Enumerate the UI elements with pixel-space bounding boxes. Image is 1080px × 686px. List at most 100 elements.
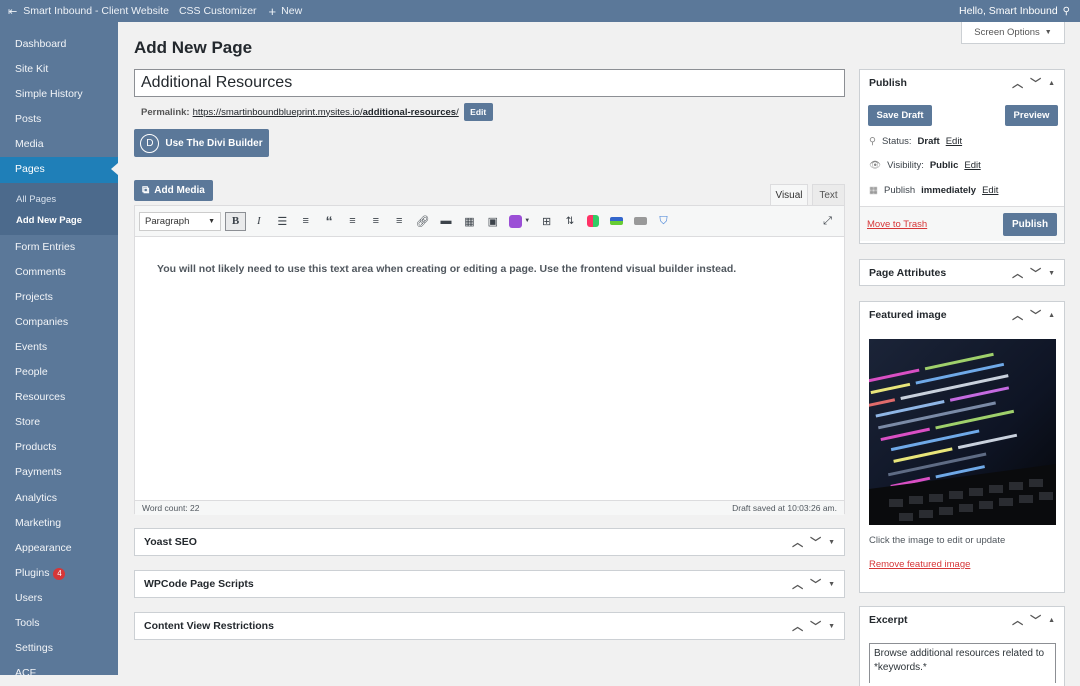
chevron-down-icon[interactable]: ﹀ — [810, 618, 821, 634]
submenu-add-new-page[interactable]: Add New Page — [0, 210, 118, 231]
tab-text[interactable]: Text — [812, 184, 845, 205]
stack-icon[interactable] — [606, 212, 627, 231]
link-icon[interactable]: 🔗︎ — [412, 212, 433, 231]
numbered-list-icon[interactable]: ≡ — [295, 212, 316, 231]
sidebar-item-marketing[interactable]: Marketing — [0, 511, 118, 536]
pin-icon: ⚲ — [869, 135, 876, 147]
sidebar-item-projects[interactable]: Projects — [0, 285, 118, 310]
save-draft-button[interactable]: Save Draft — [868, 105, 932, 126]
shortcode-plugin-icon[interactable]: ▼ — [506, 212, 534, 231]
sidebar-item-media[interactable]: Media — [0, 132, 118, 157]
chevron-up-icon[interactable]: ︿ — [1012, 612, 1023, 628]
chevron-up-icon[interactable]: ︿ — [792, 576, 803, 592]
sidebar-item-products[interactable]: Products — [0, 435, 118, 460]
tab-visual[interactable]: Visual — [770, 184, 808, 205]
remove-featured-image-link[interactable]: Remove featured image — [869, 559, 970, 570]
align-left-icon[interactable]: ≡ — [342, 212, 363, 231]
visibility-edit-link[interactable]: Edit — [964, 160, 980, 171]
italic-icon[interactable]: I — [248, 212, 269, 231]
excerpt-textarea[interactable]: Browse additional resources related to *… — [869, 643, 1056, 683]
chevron-up-icon[interactable]: ︿ — [792, 534, 803, 550]
submenu-all-pages[interactable]: All Pages — [0, 189, 118, 210]
chevron-down-icon[interactable]: ﹀ — [1030, 75, 1041, 91]
blockquote-icon[interactable]: “ — [319, 212, 340, 231]
chevron-down-icon[interactable]: ﹀ — [1030, 612, 1041, 628]
sidebar-item-store[interactable]: Store — [0, 410, 118, 435]
metabox-wpcode-page-scripts[interactable]: WPCode Page Scripts ︿ ﹀ ▼ — [134, 570, 845, 598]
sidebar-item-companies[interactable]: Companies — [0, 310, 118, 335]
align-center-icon[interactable]: ≡ — [365, 212, 386, 231]
css-customizer-link[interactable]: CSS Customizer — [179, 5, 257, 17]
toggle-arrow-icon[interactable]: ▼ — [828, 581, 835, 588]
chevron-down-icon[interactable]: ﹀ — [810, 576, 821, 592]
my-account[interactable]: Hello, Smart Inbound ⚲ — [959, 0, 1070, 22]
sidebar-item-tools[interactable]: Tools — [0, 611, 118, 636]
sidebar-item-payments[interactable]: Payments — [0, 460, 118, 485]
sidebar-item-plugins[interactable]: Plugins 4 — [0, 561, 118, 586]
format-select[interactable]: Paragraph ▼ — [139, 211, 221, 231]
new-content-link[interactable]: + New — [269, 4, 303, 19]
fullscreen-icon[interactable]: ⤢ — [817, 212, 838, 231]
metabox-yoast-seo[interactable]: Yoast SEO ︿ ﹀ ▼ — [134, 528, 845, 556]
sidebar-item-acf[interactable]: ACF — [0, 661, 118, 686]
permalink-edit-button[interactable]: Edit — [463, 103, 493, 121]
admin-bar: ⇤ Smart Inbound - Client Website CSS Cus… — [0, 0, 1080, 22]
color-blocks-icon[interactable] — [583, 212, 604, 231]
title-input[interactable]: Additional Resources — [134, 69, 845, 97]
preview-button[interactable]: Preview — [1005, 105, 1058, 126]
word-count: Word count: 22 — [142, 503, 200, 513]
calendar-icon: ▦ — [869, 184, 878, 196]
read-more-icon[interactable]: ▬ — [436, 212, 457, 231]
sidebar-item-resources[interactable]: Resources — [0, 385, 118, 410]
sidebar-item-analytics[interactable]: Analytics — [0, 486, 118, 511]
publish-box: Publish ︿ ﹀ ▲ Save Draft Preview ⚲ Status:… — [859, 69, 1065, 244]
permalink-url[interactable]: https://smartinboundblueprint.mysites.io… — [193, 107, 459, 118]
toggle-arrow-icon[interactable]: ▼ — [828, 539, 835, 546]
chevron-down-icon[interactable]: ﹀ — [1030, 265, 1041, 281]
sidebar-item-form-entries[interactable]: Form Entries — [0, 235, 118, 260]
toggle-arrow-icon[interactable]: ▲ — [1048, 312, 1055, 319]
sidebar-item-simple-history[interactable]: Simple History — [0, 82, 118, 107]
move-to-trash-link[interactable]: Move to Trash — [867, 219, 927, 230]
sidebar-item-comments[interactable]: Comments — [0, 260, 118, 285]
featured-image-thumbnail[interactable] — [869, 339, 1056, 525]
chevron-up-icon[interactable]: ︿ — [1012, 307, 1023, 323]
sidebar-item-appearance[interactable]: Appearance — [0, 536, 118, 561]
sidebar-item-dashboard[interactable]: Dashboard — [0, 32, 118, 57]
sidebar-item-site-kit[interactable]: Site Kit — [0, 57, 118, 82]
chevron-down-icon[interactable]: ﹀ — [810, 534, 821, 550]
sidebar-item-users[interactable]: Users — [0, 586, 118, 611]
chevron-up-icon[interactable]: ︿ — [1012, 75, 1023, 91]
add-media-button[interactable]: ⧉ Add Media — [134, 180, 213, 201]
publish-button[interactable]: Publish — [1003, 212, 1057, 236]
schedule-edit-link[interactable]: Edit — [982, 185, 998, 196]
sidebar-item-posts[interactable]: Posts — [0, 107, 118, 132]
toggle-arrow-icon[interactable]: ▲ — [1048, 80, 1055, 87]
embed-icon[interactable]: ▣ — [482, 212, 503, 231]
sidebar-item-pages[interactable]: Pages — [0, 157, 118, 183]
metabox-content-view-restrictions[interactable]: Content View Restrictions ︿ ﹀ ▼ — [134, 612, 845, 640]
chevron-down-icon[interactable]: ﹀ — [1030, 307, 1041, 323]
sidebar-item-events[interactable]: Events — [0, 335, 118, 360]
toggle-arrow-icon[interactable]: ▼ — [828, 623, 835, 630]
page-attributes-box[interactable]: Page Attributes ︿ ﹀ ▼ — [859, 259, 1065, 286]
chevron-up-icon[interactable]: ︿ — [1012, 265, 1023, 281]
lock-user-icon[interactable]: ⛉ — [653, 212, 674, 231]
toolbar-toggle-icon[interactable]: ⇅ — [559, 212, 580, 231]
bold-icon[interactable]: B — [225, 211, 246, 231]
grid-icon[interactable]: ⊞ — [536, 212, 557, 231]
divi-builder-button[interactable]: D Use The Divi Builder — [134, 129, 269, 157]
keyboard-icon[interactable]: ▦ — [459, 212, 480, 231]
align-right-icon[interactable]: ≡ — [389, 212, 410, 231]
divider-icon[interactable] — [630, 212, 651, 231]
chevron-up-icon[interactable]: ︿ — [792, 618, 803, 634]
bullet-list-icon[interactable]: ☰ — [272, 212, 293, 231]
schedule-row: ▦ Publish immediately Edit — [869, 184, 999, 196]
sidebar-item-people[interactable]: People — [0, 360, 118, 385]
toggle-arrow-icon[interactable]: ▲ — [1048, 617, 1055, 624]
toggle-arrow-icon[interactable]: ▼ — [1048, 270, 1055, 277]
site-name-link[interactable]: ⇤ Smart Inbound - Client Website — [8, 5, 169, 18]
status-edit-link[interactable]: Edit — [946, 136, 962, 147]
editor-body[interactable]: You will not likely need to use this tex… — [135, 237, 844, 500]
sidebar-item-settings[interactable]: Settings — [0, 636, 118, 661]
